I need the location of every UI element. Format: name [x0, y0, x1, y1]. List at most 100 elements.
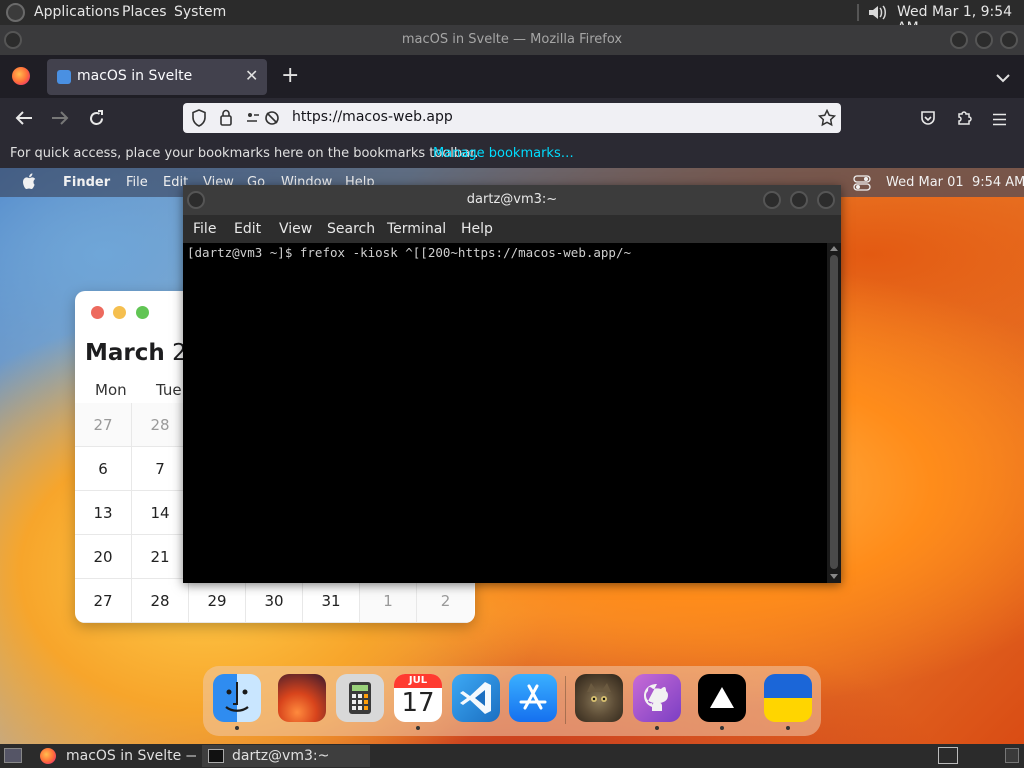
applications-menu[interactable]: Applications	[34, 4, 120, 20]
calendar-day[interactable]: 30	[246, 579, 303, 623]
terminal-maximize-button[interactable]	[790, 191, 808, 209]
maximize-button[interactable]	[975, 31, 993, 49]
taskbar-item-firefox[interactable]: macOS in Svelte — ...	[36, 745, 196, 767]
calendar-day[interactable]: 13	[75, 491, 132, 535]
ukraine-flag-icon[interactable]	[764, 674, 812, 722]
mac-app-name[interactable]: Finder	[63, 175, 110, 190]
terminal-command-line: [dartz@vm3 ~]$ frefox -kiosk ^[[200~http…	[187, 245, 632, 260]
calendar-day[interactable]: 20	[75, 535, 132, 579]
terminal-title: dartz@vm3:~	[466, 192, 558, 207]
scroll-up-arrow-icon[interactable]	[830, 246, 838, 251]
firefox-titlebar: macOS in Svelte — Mozilla Firefox	[0, 25, 1024, 55]
manage-bookmarks-link[interactable]: Manage bookmarks…	[433, 146, 574, 161]
calculator-icon[interactable]	[336, 674, 384, 722]
workspace-switcher-icon[interactable]	[938, 747, 958, 764]
calendar-day[interactable]: 27	[75, 403, 132, 447]
finder-icon[interactable]	[213, 674, 261, 722]
tracking-permissions-icon[interactable]	[245, 110, 283, 130]
terminal-scrollbar[interactable]	[827, 243, 841, 583]
terminal-close-button[interactable]	[817, 191, 835, 209]
window-menu-button[interactable]	[4, 31, 22, 49]
back-arrow-icon[interactable]	[15, 110, 33, 130]
dock: JUL 17	[203, 666, 821, 736]
terminal-menu-edit[interactable]: Edit	[234, 221, 261, 237]
site-favicon-icon	[57, 70, 71, 84]
dock-running-indicator	[786, 726, 790, 730]
bookmark-star-icon[interactable]	[817, 108, 837, 131]
url-bar[interactable]: https://macos-web.app	[183, 103, 841, 133]
terminal-menu-terminal[interactable]: Terminal	[387, 221, 446, 237]
close-traffic-light[interactable]	[91, 306, 104, 319]
bookmarks-toolbar: For quick access, place your bookmarks h…	[0, 140, 1024, 168]
terminal-window: dartz@vm3:~ File Edit View Search Termin…	[183, 185, 841, 583]
new-tab-icon[interactable]: +	[281, 63, 299, 88]
firefox-view-icon[interactable]	[12, 67, 30, 85]
minimize-traffic-light[interactable]	[113, 306, 126, 319]
lock-icon[interactable]	[219, 109, 233, 130]
calendar-day[interactable]: 2	[417, 579, 474, 623]
extensions-icon[interactable]	[956, 109, 973, 130]
maximize-traffic-light[interactable]	[136, 306, 149, 319]
vscode-icon[interactable]	[452, 674, 500, 722]
pocket-icon[interactable]	[920, 110, 936, 130]
gnome-logo-icon[interactable]	[6, 3, 25, 22]
calendar-day[interactable]: 1	[360, 579, 417, 623]
terminal-output[interactable]: [dartz@vm3 ~]$ frefox -kiosk ^[[200~http…	[183, 243, 827, 583]
hamburger-menu-icon[interactable]	[992, 111, 1007, 130]
taskbar-item-label: dartz@vm3:~	[232, 748, 330, 764]
calendar-day[interactable]: 29	[189, 579, 246, 623]
shield-icon[interactable]	[191, 109, 207, 131]
terminal-menu-view[interactable]: View	[279, 221, 312, 237]
terminal-window-menu-button[interactable]	[187, 191, 205, 209]
calendar-app-month: JUL	[394, 674, 442, 688]
places-menu[interactable]: Places	[122, 4, 167, 20]
control-center-icon[interactable]	[853, 175, 871, 195]
scrollbar-thumb[interactable]	[830, 255, 838, 569]
window-title: macOS in Svelte — Mozilla Firefox	[401, 32, 623, 47]
github-icon[interactable]	[633, 674, 681, 722]
terminal-menubar: File Edit View Search Terminal Help	[183, 215, 841, 243]
purrfect-cat-icon[interactable]	[575, 674, 623, 722]
app-store-icon[interactable]	[509, 674, 557, 722]
dock-separator	[565, 676, 566, 724]
calendar-day[interactable]: 6	[75, 447, 132, 491]
terminal-menu-file[interactable]: File	[193, 221, 216, 237]
weekday-header: Tue	[156, 381, 182, 399]
url-text[interactable]: https://macos-web.app	[292, 109, 453, 125]
system-menu[interactable]: System	[174, 4, 226, 20]
close-button[interactable]	[1000, 31, 1018, 49]
volume-icon[interactable]	[866, 3, 888, 22]
terminal-icon	[208, 749, 224, 763]
terminal-menu-help[interactable]: Help	[461, 221, 493, 237]
wallpapers-icon[interactable]	[278, 674, 326, 722]
tab-title: macOS in Svelte	[77, 68, 193, 84]
apple-logo-icon[interactable]	[22, 173, 36, 194]
calendar-day[interactable]: 28	[132, 579, 189, 623]
terminal-menu-search[interactable]: Search	[327, 221, 375, 237]
tab-strip: macOS in Svelte ✕ +	[0, 55, 1024, 98]
show-desktop-icon[interactable]	[4, 748, 22, 763]
minimize-button[interactable]	[950, 31, 968, 49]
close-tab-icon[interactable]: ✕	[245, 66, 258, 85]
trash-icon[interactable]	[1005, 748, 1019, 763]
mac-clock[interactable]: Wed Mar 01 9:54 AM	[886, 175, 1024, 190]
calendar-day[interactable]: 21	[132, 535, 189, 579]
calendar-day[interactable]: 27	[75, 579, 132, 623]
scroll-down-arrow-icon[interactable]	[830, 574, 838, 579]
mac-menu-file[interactable]: File	[126, 175, 148, 190]
taskbar-item-terminal[interactable]: dartz@vm3:~	[202, 745, 370, 767]
bookmarks-message: For quick access, place your bookmarks h…	[10, 146, 479, 161]
vercel-icon[interactable]	[698, 674, 746, 722]
calendar-day[interactable]: 31	[303, 579, 360, 623]
tab-list-chevron-down-icon[interactable]	[996, 68, 1010, 87]
terminal-minimize-button[interactable]	[763, 191, 781, 209]
reload-icon[interactable]	[88, 110, 105, 131]
calendar-day[interactable]: 14	[132, 491, 189, 535]
tab-active[interactable]: macOS in Svelte ✕	[47, 59, 267, 95]
forward-arrow-icon[interactable]	[51, 110, 69, 130]
firefox-icon	[40, 748, 56, 764]
dock-running-indicator	[235, 726, 239, 730]
calendar-day[interactable]: 28	[132, 403, 189, 447]
calendar-day[interactable]: 7	[132, 447, 189, 491]
calendar-app-icon[interactable]: JUL 17	[394, 674, 442, 722]
